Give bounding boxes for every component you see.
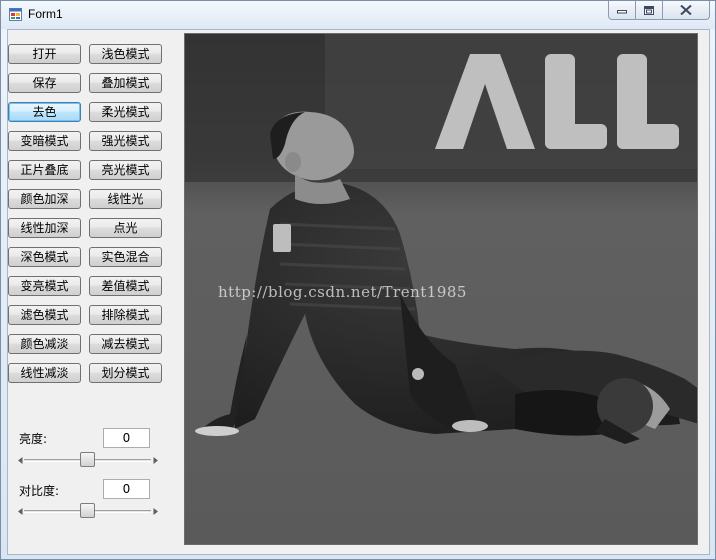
minimize-button[interactable] [608, 1, 636, 20]
brightness-slider[interactable] [16, 452, 159, 468]
color-dodge-button[interactable]: 颜色减淡 [8, 334, 81, 354]
soft-light-button[interactable]: 柔光模式 [89, 102, 162, 122]
lighten-mode-button[interactable]: 变亮模式 [8, 276, 81, 296]
pin-light-button[interactable]: 点光 [89, 218, 162, 238]
divide-mode-button[interactable]: 划分模式 [89, 363, 162, 383]
color-burn-button[interactable]: 颜色加深 [8, 189, 81, 209]
linear-light-button[interactable]: 线性光 [89, 189, 162, 209]
desaturate-button[interactable]: 去色 [8, 102, 81, 122]
darken-mode-button[interactable]: 变暗模式 [8, 131, 81, 151]
maximize-icon [644, 5, 654, 15]
save-button[interactable]: 保存 [8, 73, 81, 93]
exclusion-mode-button[interactable]: 排除模式 [89, 305, 162, 325]
linear-burn-button[interactable]: 线性加深 [8, 218, 81, 238]
linear-dodge-button[interactable]: 线性减淡 [8, 363, 81, 383]
app-window: Form1 打开 保存 去色 变暗模式 正片叠底 颜色加深 线性加深 深色模式 … [0, 0, 716, 560]
darker-color-button[interactable]: 深色模式 [8, 247, 81, 267]
image-watermark: http://blog.csdn.net/Trent1985 [218, 283, 467, 301]
brightness-label: 亮度: [19, 432, 48, 446]
open-button[interactable]: 打开 [8, 44, 81, 64]
hard-mix-button[interactable]: 实色混合 [89, 247, 162, 267]
multiply-button[interactable]: 正片叠底 [8, 160, 81, 180]
slider-right-arrow-icon[interactable] [151, 455, 159, 465]
contrast-slider-thumb[interactable] [80, 503, 95, 518]
form-app-icon [9, 8, 22, 21]
screen-mode-button[interactable]: 滤色模式 [8, 305, 81, 325]
window-title: Form1 [28, 7, 63, 21]
lighter-color-button[interactable]: 浅色模式 [89, 44, 162, 64]
contrast-label: 对比度: [19, 484, 60, 498]
hard-light-button[interactable]: 强光模式 [89, 131, 162, 151]
contrast-slider[interactable] [16, 503, 159, 519]
brightness-input[interactable] [103, 428, 150, 448]
slider-right-arrow-icon[interactable] [151, 506, 159, 516]
close-button[interactable] [662, 1, 710, 20]
difference-mode-button[interactable]: 差值模式 [89, 276, 162, 296]
contrast-input[interactable] [103, 479, 150, 499]
subtract-mode-button[interactable]: 减去模式 [89, 334, 162, 354]
overlay-mode-button[interactable]: 叠加模式 [89, 73, 162, 93]
maximize-button[interactable] [635, 1, 663, 20]
slider-left-arrow-icon[interactable] [16, 506, 24, 516]
brightness-slider-thumb[interactable] [80, 452, 95, 467]
title-bar[interactable]: Form1 [1, 1, 715, 29]
close-icon [680, 5, 692, 15]
vivid-light-button[interactable]: 亮光模式 [89, 160, 162, 180]
slider-left-arrow-icon[interactable] [16, 455, 24, 465]
minimize-icon [617, 10, 627, 14]
